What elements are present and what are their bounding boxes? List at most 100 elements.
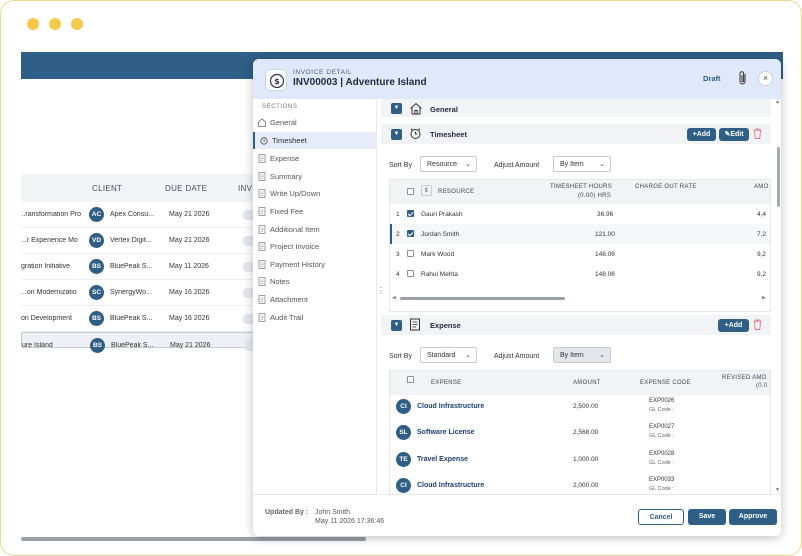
chevron-down-icon[interactable]: ▼ <box>391 103 402 114</box>
timesheet-table: ⇕ RESOURCE TIMESHEET HOURS (0.00) HRS CH… <box>389 179 771 312</box>
expense-name[interactable]: Cloud Infrastructure <box>417 403 484 410</box>
column-resource: RESOURCE <box>438 189 475 195</box>
section-timesheet-header[interactable]: ▼ Timesheet +Add ✎Edit <box>381 124 771 144</box>
trash-icon[interactable] <box>753 128 762 139</box>
sidebar-item-write-up-down[interactable]: Write Up/Down <box>253 185 376 202</box>
paperclip-icon[interactable] <box>738 70 748 91</box>
sidebar-item-attachment[interactable]: Attachment <box>253 291 376 308</box>
window-dot[interactable] <box>27 18 39 30</box>
expense-name[interactable]: Cloud Infrastructure <box>417 482 484 489</box>
project-name: r Experience Mo... <box>21 237 78 244</box>
approve-button[interactable]: Approve <box>729 509 777 525</box>
row-checkbox[interactable] <box>407 270 414 277</box>
table-row[interactable]: 1 Gauri Prakash 36.96 4,4 <box>390 204 770 224</box>
project-name: on Development <box>21 315 72 322</box>
table-row[interactable]: 2 Jordan Smith 121.00 7,2 <box>390 224 770 244</box>
sidebar-item-general[interactable]: General <box>253 114 376 131</box>
select-value: By Item <box>560 161 584 168</box>
select-all-checkbox[interactable] <box>407 188 414 195</box>
client-name: BluePeak S... <box>111 342 154 349</box>
table-row[interactable]: TE Travel Expense 1,000.00 EXP0028 GL Co… <box>390 448 770 474</box>
sidebar-item-summary[interactable]: Summary <box>253 168 376 185</box>
row-checkbox[interactable] <box>407 250 414 257</box>
table-row[interactable]: gration Initiative BS BluePeak S... May … <box>21 254 263 280</box>
expense-code: EXP0028 <box>649 451 675 457</box>
scroll-down-icon[interactable]: ▼ <box>775 487 780 493</box>
client-name: Vertex Digit... <box>110 237 152 244</box>
horizontal-scrollbar[interactable] <box>21 537 366 541</box>
document-icon <box>410 318 420 331</box>
table-row[interactable]: ransformation Pro... AC Apex Consu... Ma… <box>21 202 263 228</box>
column-due-date: DUE DATE <box>165 184 208 193</box>
scroll-right-icon[interactable]: ▶ <box>762 295 766 301</box>
status-badge: Draft <box>703 74 721 83</box>
expense-avatar: SL <box>396 425 411 440</box>
due-date: May 21 2026 <box>169 237 210 244</box>
expense-name[interactable]: Travel Expense <box>417 456 468 463</box>
table-row[interactable]: on Development BS BluePeak S... May 16 2… <box>21 306 263 332</box>
due-date: May 16 2026 <box>169 289 210 296</box>
expense-table-header: EXPENSE AMOUNT EXPENSE CODE REVISED AMO … <box>390 371 770 395</box>
add-expense-button[interactable]: +Add <box>718 319 749 332</box>
edit-label: Edit <box>730 131 744 138</box>
modal-header: $ INVOICE DETAIL INV00003 | Adventure Is… <box>253 59 781 99</box>
alarm-clock-icon <box>410 128 421 139</box>
modal-subtitle: INVOICE DETAIL <box>293 69 353 76</box>
sidebar-item-label: Write Up/Down <box>270 189 321 198</box>
table-row[interactable]: SL Software License 2,568.00 EXP0027 GL … <box>390 421 770 447</box>
row-checkbox[interactable] <box>407 210 414 217</box>
row-checkbox[interactable] <box>407 230 414 237</box>
chevron-down-icon[interactable]: ▼ <box>391 129 402 140</box>
expense-adjust-select[interactable]: By Item ⌄ <box>553 347 611 363</box>
table-row-selected[interactable]: ure Island BS BluePeak S... May 21 2026 <box>21 332 264 353</box>
app-window: CLIENT DUE DATE INV ransformation Pro...… <box>0 0 802 556</box>
select-all-checkbox[interactable] <box>407 376 414 383</box>
vertical-scrollbar[interactable] <box>777 147 780 207</box>
section-expense-header[interactable]: ▼ Expense +Add <box>381 315 771 335</box>
project-name: ure Island <box>22 342 53 349</box>
timesheet-hours: 148.06 <box>595 251 615 258</box>
window-dot[interactable] <box>49 18 61 30</box>
chevron-down-icon[interactable]: ▼ <box>391 320 402 331</box>
expense-adjust-label: Adjust Amount <box>494 353 540 360</box>
sidebar-item-payment-history[interactable]: Payment History <box>253 256 376 273</box>
table-row[interactable]: 4 Rahul Mehta 148.06 9,2 <box>390 264 770 284</box>
sidebar-item-timesheet[interactable]: Timesheet <box>253 132 376 149</box>
sidebar-item-label: Expense <box>270 154 300 163</box>
sort-icon[interactable]: ⇕ <box>421 185 432 196</box>
client-avatar: BS <box>89 259 104 274</box>
table-row[interactable]: CI Cloud Infrastructure 2,500.00 EXP0026… <box>390 395 770 421</box>
scroll-left-icon[interactable]: ◀ <box>392 295 396 301</box>
trash-icon[interactable] <box>753 319 762 330</box>
timesheet-adjust-select[interactable]: By Item ⌄ <box>553 156 611 172</box>
sidebar-item-expense[interactable]: Expense <box>253 150 376 167</box>
scroll-up-icon[interactable]: ▲ <box>775 99 780 105</box>
table-row[interactable]: 3 Mark Wood 148.06 9,2 <box>390 244 770 264</box>
edit-timesheet-button[interactable]: ✎Edit <box>719 128 749 141</box>
expense-sort-select[interactable]: Standard ⌄ <box>420 347 477 363</box>
section-general-header[interactable]: ▼ General <box>381 99 771 117</box>
close-button[interactable]: × <box>758 71 773 86</box>
client-name: Apex Consu... <box>110 211 154 218</box>
add-timesheet-button[interactable]: +Add <box>687 128 716 141</box>
table-row[interactable]: CI Cloud Infrastructure 2,000.00 EXP0033… <box>390 474 770 494</box>
window-dot[interactable] <box>71 18 83 30</box>
sidebar-item-project-invoice[interactable]: Project Invoice <box>253 238 376 255</box>
sidebar-item-audit-trail[interactable]: Audit Trail <box>253 309 376 326</box>
save-button[interactable]: Save <box>688 509 726 525</box>
sidebar-item-fixed-fee[interactable]: Fixed Fee <box>253 203 376 220</box>
timesheet-sort-select[interactable]: Resource ⌄ <box>420 156 477 172</box>
sidebar-item-label: Summary <box>270 172 303 181</box>
column-revised-amount: REVISED AMO <box>722 375 767 381</box>
cancel-button[interactable]: Cancel <box>638 509 684 525</box>
sidebar-item-label: General <box>270 118 297 127</box>
timesheet-horizontal-scrollbar[interactable] <box>400 297 565 300</box>
sidebar-item-additional-item[interactable]: Additional Item <box>253 221 376 238</box>
expense-name[interactable]: Software License <box>417 429 475 436</box>
resource-name: Gauri Prakash <box>421 211 463 218</box>
table-row[interactable]: r Experience Mo... VD Vertex Digit... Ma… <box>21 228 263 254</box>
table-row[interactable]: on Modernizatio... SC SynergyWo... May 1… <box>21 280 263 306</box>
expense-avatar: CI <box>396 478 411 493</box>
modal-title: INV00003 | Adventure Island <box>293 77 427 88</box>
sidebar-item-notes[interactable]: Notes <box>253 273 376 290</box>
